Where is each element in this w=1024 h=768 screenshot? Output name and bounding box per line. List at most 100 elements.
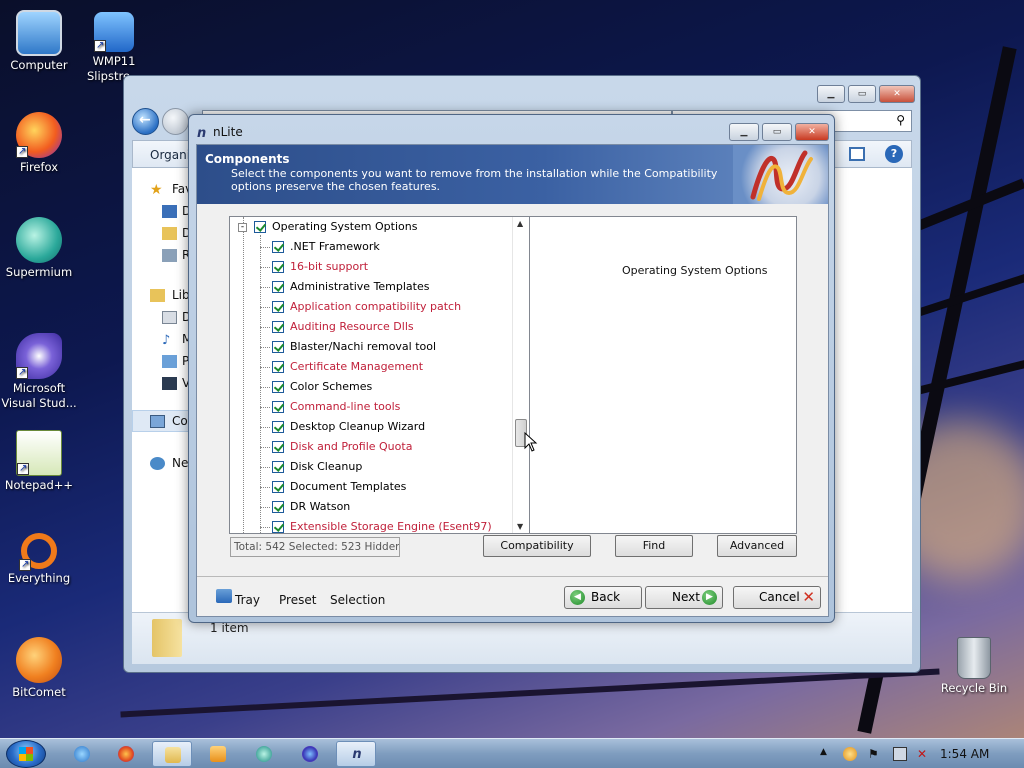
tray-link[interactable]: Tray: [235, 593, 260, 607]
tree-scrollbar[interactable]: ▲ ▼: [512, 217, 529, 533]
forward-nav-button[interactable]: [162, 108, 189, 135]
tree-item-row[interactable]: Administrative Templates: [230, 277, 520, 297]
tree-root-row[interactable]: Operating System Options: [230, 217, 520, 237]
find-button[interactable]: Find: [615, 535, 693, 557]
desktop-icon-recycle-bin[interactable]: Recycle Bin: [932, 637, 1016, 696]
checkbox-checked-icon[interactable]: [254, 221, 266, 233]
close-button[interactable]: ✕: [879, 85, 915, 103]
desktop-icon-wmp11[interactable]: WMP11 Slipstre...: [72, 12, 156, 84]
taskbar-supermium-button[interactable]: [244, 741, 284, 767]
tree-item-row[interactable]: Blaster/Nachi removal tool: [230, 337, 520, 357]
network-tray-icon[interactable]: [893, 747, 907, 761]
selection-link[interactable]: Selection: [330, 593, 385, 607]
taskbar-firefox2-button[interactable]: [290, 741, 330, 767]
music-library-icon: ♪: [162, 333, 171, 348]
desktop-icon-supermium[interactable]: Supermium: [0, 217, 81, 280]
shortcut-arrow-icon: [19, 557, 31, 572]
checkbox-checked-icon[interactable]: [272, 321, 284, 333]
wallpaper-beam: [120, 668, 940, 718]
checkbox-checked-icon[interactable]: [272, 481, 284, 493]
tree-line: [260, 467, 270, 468]
desktop-icon-bitcomet[interactable]: BitComet: [0, 637, 81, 700]
nav-computer[interactable]: Co: [172, 414, 188, 428]
checkbox-checked-icon[interactable]: [272, 381, 284, 393]
firefox-icon: [118, 746, 134, 762]
recycle-bin-icon: [957, 637, 991, 679]
taskbar-explorer-button[interactable]: [152, 741, 192, 767]
cancel-button[interactable]: Cancel ✕: [733, 586, 821, 609]
tree-item-label: .NET Framework: [290, 240, 380, 253]
close-button[interactable]: ✕: [795, 123, 829, 141]
taskbar-wmp-button[interactable]: [198, 741, 238, 767]
start-button[interactable]: [6, 740, 46, 768]
tree-item-label: Certificate Management: [290, 360, 424, 373]
desktop-icon-firefox[interactable]: Firefox: [0, 112, 81, 175]
tree-line: [260, 387, 270, 388]
tree-line: [260, 347, 270, 348]
volume-muted-icon[interactable]: ✕: [917, 747, 931, 761]
tree-item-row[interactable]: Disk Cleanup: [230, 457, 520, 477]
visual-studio-icon: [16, 333, 62, 380]
checkbox-checked-icon[interactable]: [272, 501, 284, 513]
checkbox-checked-icon[interactable]: [272, 281, 284, 293]
checkbox-checked-icon[interactable]: [272, 461, 284, 473]
checkbox-checked-icon[interactable]: [272, 241, 284, 253]
tree-item-row[interactable]: 16-bit support: [230, 257, 520, 277]
taskbar-ie-button[interactable]: [62, 741, 102, 767]
maximize-button[interactable]: ▭: [762, 123, 792, 141]
nlite-logo: [733, 145, 828, 204]
component-detail-panel: Operating System Options: [530, 216, 797, 534]
minimize-button[interactable]: ▁: [817, 85, 845, 103]
tree-line: [260, 427, 270, 428]
preview-pane-icon[interactable]: [849, 147, 865, 161]
minimize-button[interactable]: ▁: [729, 123, 759, 141]
tree-item-row[interactable]: Document Templates: [230, 477, 520, 497]
taskbar-clock[interactable]: 1:54 AM: [940, 747, 989, 761]
maximize-button[interactable]: ▭: [848, 85, 876, 103]
videos-library-icon: [162, 377, 177, 390]
checkbox-checked-icon[interactable]: [272, 521, 284, 533]
taskbar-firefox-button[interactable]: [106, 741, 146, 767]
tree-item-label: Command-line tools: [290, 400, 401, 413]
desktop-icon-visual-studio[interactable]: Microsoft Visual Stud...: [0, 333, 81, 411]
checkbox-checked-icon[interactable]: [272, 261, 284, 273]
scroll-down-icon[interactable]: ▼: [517, 522, 523, 531]
back-nav-button[interactable]: ←: [132, 108, 159, 135]
desktop-icon-notepadpp[interactable]: Notepad++: [0, 430, 81, 493]
components-tree[interactable]: - Operating System Options .NET Framewor…: [229, 216, 530, 534]
tree-item-row[interactable]: Desktop Cleanup Wizard: [230, 417, 520, 437]
taskbar-nlite-button[interactable]: n: [336, 741, 376, 767]
desktop-icon-computer[interactable]: Computer: [0, 10, 81, 73]
next-button[interactable]: Next ▶: [645, 586, 723, 609]
tree-item-row[interactable]: Color Schemes: [230, 377, 520, 397]
detail-text: Operating System Options: [622, 264, 768, 277]
tree-item-row[interactable]: DR Watson: [230, 497, 520, 517]
back-button[interactable]: ◀ Back: [564, 586, 642, 609]
shortcut-arrow-icon: [94, 38, 106, 53]
checkbox-checked-icon[interactable]: [272, 421, 284, 433]
tray-app-icon[interactable]: [843, 747, 857, 761]
checkbox-checked-icon[interactable]: [272, 301, 284, 313]
tree-item-row[interactable]: Disk and Profile Quota: [230, 437, 520, 457]
checkbox-checked-icon[interactable]: [272, 401, 284, 413]
tree-line: [260, 527, 270, 528]
tree-item-row[interactable]: Command-line tools: [230, 397, 520, 417]
tree-item-row[interactable]: Extensible Storage Engine (Esent97): [230, 517, 520, 533]
checkbox-checked-icon[interactable]: [272, 361, 284, 373]
tree-item-row[interactable]: Certificate Management: [230, 357, 520, 377]
action-center-flag-icon[interactable]: ⚑: [868, 747, 882, 761]
compatibility-button[interactable]: Compatibility: [483, 535, 591, 557]
checkbox-checked-icon[interactable]: [272, 441, 284, 453]
tree-item-row[interactable]: .NET Framework: [230, 237, 520, 257]
tree-item-row[interactable]: Auditing Resource Dlls: [230, 317, 520, 337]
advanced-button[interactable]: Advanced: [717, 535, 797, 557]
scroll-up-icon[interactable]: ▲: [517, 219, 523, 228]
preset-link[interactable]: Preset: [279, 593, 316, 607]
nlite-dialog[interactable]: n nLite ▁ ▭ ✕ Components Select the comp…: [188, 114, 835, 623]
tree-item-row[interactable]: Application compatibility patch: [230, 297, 520, 317]
show-hidden-icons-icon[interactable]: ▲: [820, 747, 834, 761]
tray-icon: [216, 589, 232, 603]
checkbox-checked-icon[interactable]: [272, 341, 284, 353]
help-icon[interactable]: ?: [885, 145, 903, 163]
desktop-icon-everything[interactable]: Everything: [0, 533, 81, 586]
